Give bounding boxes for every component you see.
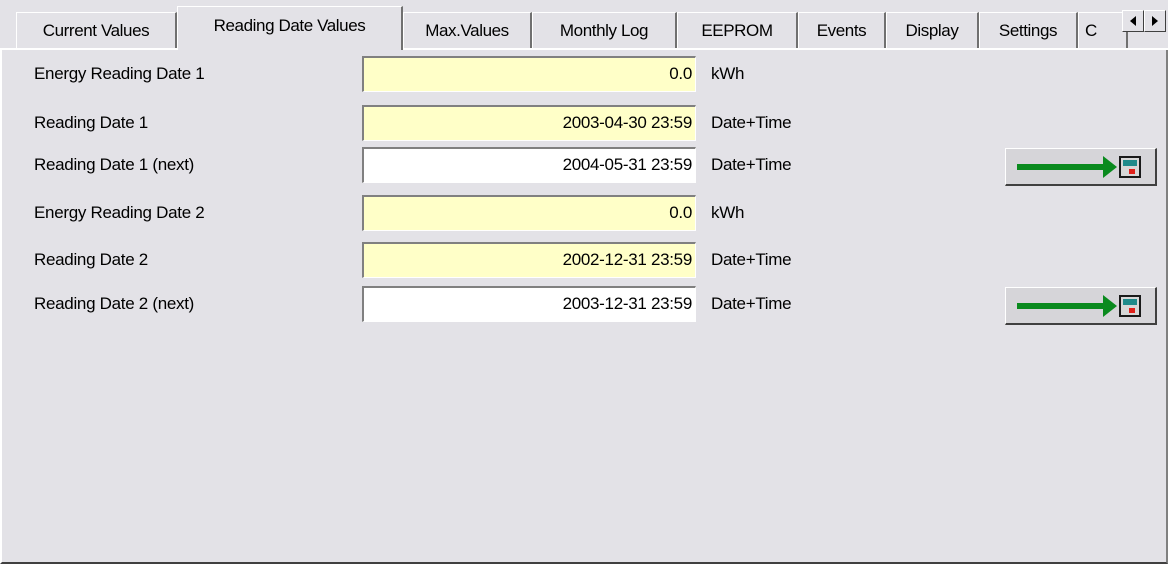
row-reading-date-2: Reading Date 2 2002-12-31 23:59 Date+Tim… — [0, 241, 1168, 279]
tab-label: C — [1085, 20, 1097, 40]
energy-reading-date-2-field: 0.0 — [362, 195, 696, 231]
energy-reading-date-1-field: 0.0 — [362, 56, 696, 92]
tab-label: EEPROM — [701, 20, 773, 40]
row-reading-date-1-next: Reading Date 1 (next) 2004-05-31 23:59 D… — [0, 146, 1168, 186]
tab-label: Settings — [998, 20, 1058, 40]
unit-label: kWh — [711, 203, 745, 222]
tab-eeprom[interactable]: EEPROM — [677, 12, 798, 48]
field-label: Reading Date 1 — [34, 113, 148, 132]
tab-monthly-log[interactable]: Monthly Log — [532, 12, 677, 48]
field-label: Reading Date 2 — [34, 250, 148, 269]
tab-settings[interactable]: Settings — [979, 12, 1078, 48]
write-reading-date-2-button[interactable] — [1005, 287, 1157, 325]
field-label: Reading Date 2 (next) — [34, 294, 195, 313]
tab-scroll-buttons — [1122, 10, 1166, 32]
tab-baseline — [403, 48, 1168, 50]
reading-date-1-next-input[interactable]: 2004-05-31 23:59 — [362, 147, 696, 183]
unit-label: kWh — [711, 64, 745, 83]
tab-scroll-right-button[interactable] — [1144, 10, 1166, 32]
tab-strip: Current Values Reading Date Values Max.V… — [0, 0, 1168, 50]
tab-display[interactable]: Display — [886, 12, 979, 48]
row-reading-date-1: Reading Date 1 2003-04-30 23:59 Date+Tim… — [0, 104, 1168, 142]
field-label: Energy Reading Date 2 — [34, 203, 205, 222]
row-energy-reading-date-1: Energy Reading Date 1 0.0 kWh — [0, 55, 1168, 93]
tab-reading-date-values[interactable]: Reading Date Values — [177, 6, 403, 50]
arrow-to-meter-icon — [1016, 155, 1141, 178]
tab-label: Events — [816, 20, 867, 40]
row-energy-reading-date-2: Energy Reading Date 2 0.0 kWh — [0, 194, 1168, 232]
tab-events[interactable]: Events — [798, 12, 886, 48]
tab-label: Reading Date Values — [213, 16, 366, 35]
reading-date-1-field: 2003-04-30 23:59 — [362, 105, 696, 141]
unit-label: Date+Time — [711, 294, 792, 313]
tab-baseline — [0, 48, 177, 50]
tab-scroll-left-button[interactable] — [1122, 10, 1144, 32]
row-reading-date-2-next: Reading Date 2 (next) 2003-12-31 23:59 D… — [0, 285, 1168, 325]
reading-date-2-next-input[interactable]: 2003-12-31 23:59 — [362, 286, 696, 322]
unit-label: Date+Time — [711, 113, 792, 132]
tab-label: Max.Values — [425, 20, 509, 40]
tab-current-values[interactable]: Current Values — [16, 12, 177, 48]
tab-label: Display — [905, 20, 959, 40]
field-label: Energy Reading Date 1 — [34, 64, 205, 83]
tab-max-values[interactable]: Max.Values — [403, 12, 532, 48]
unit-label: Date+Time — [711, 250, 792, 269]
field-label: Reading Date 1 (next) — [34, 155, 195, 174]
unit-label: Date+Time — [711, 155, 792, 174]
tab-label: Monthly Log — [559, 20, 649, 40]
tab-clipped[interactable]: C — [1078, 12, 1128, 48]
triangle-left-icon — [1130, 16, 1136, 26]
write-reading-date-1-button[interactable] — [1005, 148, 1157, 186]
triangle-right-icon — [1152, 16, 1158, 26]
tab-label: Current Values — [42, 20, 150, 40]
arrow-to-meter-icon — [1016, 294, 1141, 317]
reading-date-2-field: 2002-12-31 23:59 — [362, 242, 696, 278]
